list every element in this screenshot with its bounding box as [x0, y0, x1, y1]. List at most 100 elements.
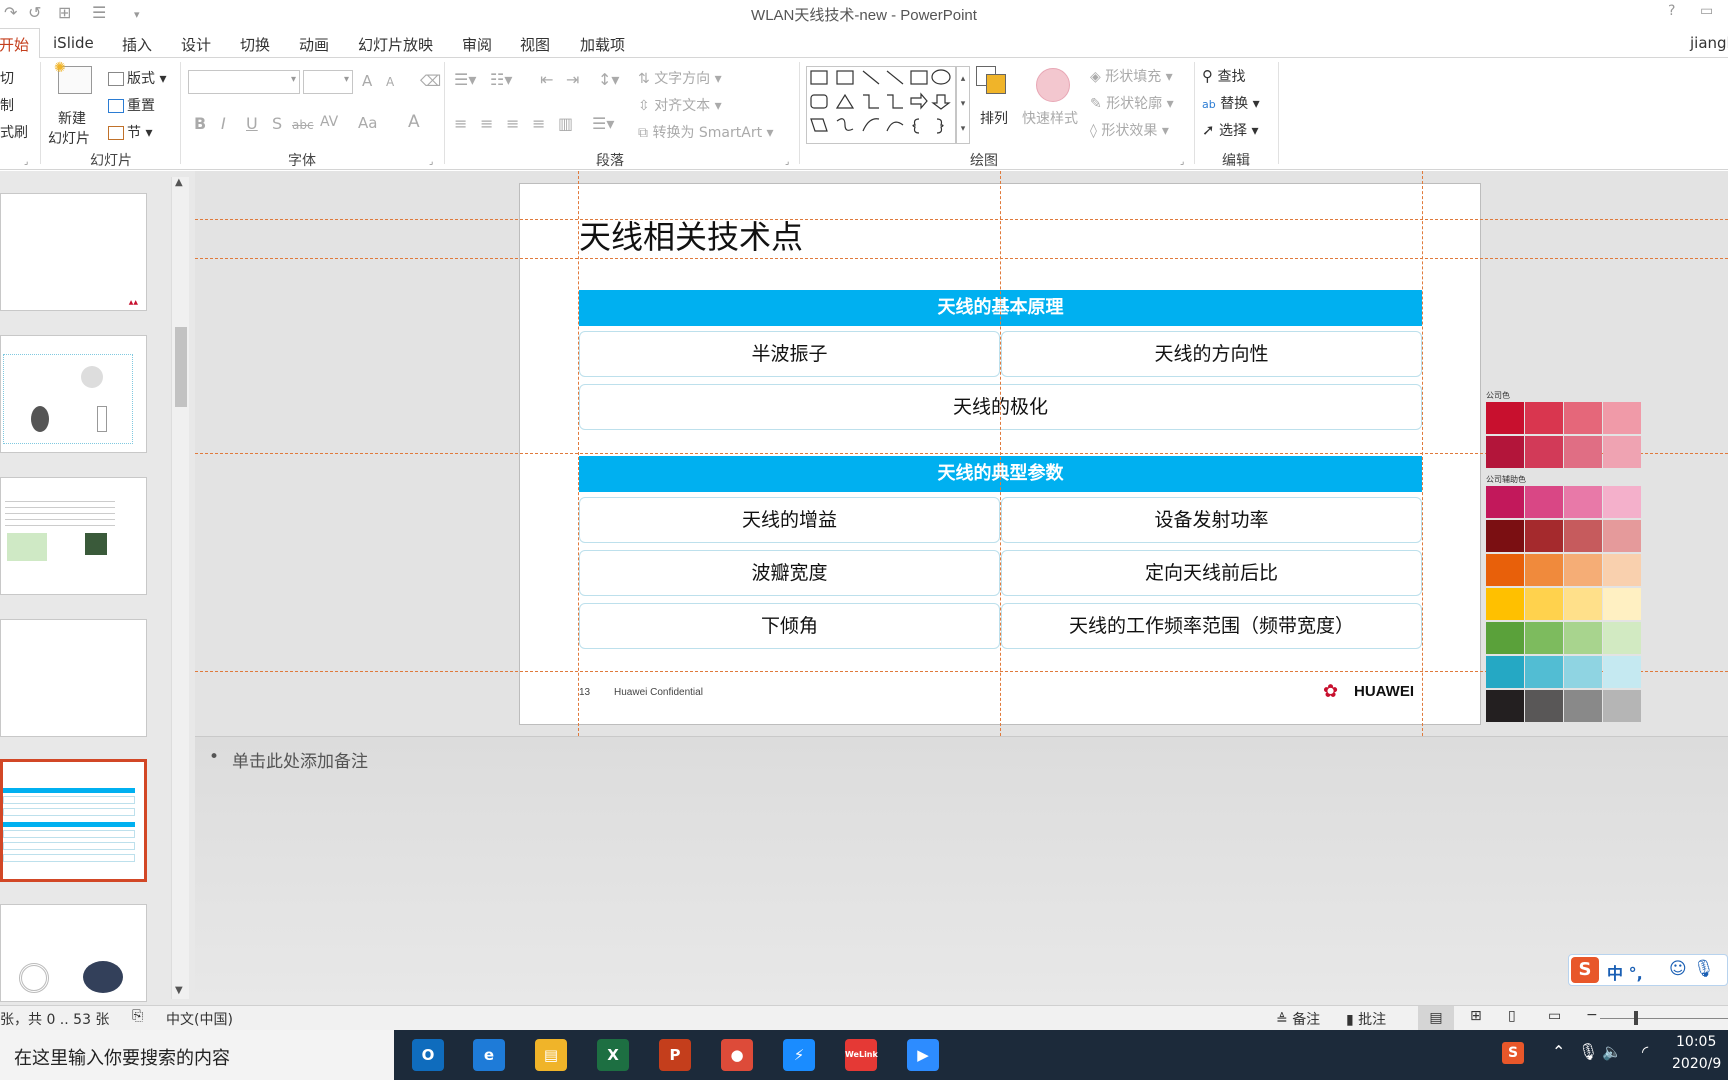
- slide-thumbnail[interactable]: ▲▲: [0, 193, 147, 311]
- shadow-button[interactable]: S: [272, 114, 282, 133]
- guide-line[interactable]: [195, 219, 1728, 220]
- slide-thumbnail[interactable]: [0, 904, 147, 1002]
- ime-toolbar[interactable]: S 中 °, ☺ 🎙: [1568, 954, 1728, 986]
- paragraph-launcher-icon[interactable]: ⌟: [785, 157, 789, 167]
- italic-button[interactable]: I: [221, 114, 226, 133]
- slide-thumbnail[interactable]: [0, 335, 147, 453]
- color-swatch[interactable]: [1564, 436, 1602, 468]
- color-swatch[interactable]: [1603, 690, 1641, 722]
- align-text-button[interactable]: ⇳ 对齐文本 ▾: [638, 95, 722, 115]
- emoji-icon[interactable]: ☺: [1669, 959, 1687, 979]
- layout-button[interactable]: 版式 ▾: [108, 68, 166, 88]
- slide-sorter-icon[interactable]: ⊞: [1470, 1008, 1482, 1024]
- grow-font-button[interactable]: A: [362, 72, 372, 90]
- color-swatch[interactable]: [1564, 554, 1602, 586]
- color-swatch[interactable]: [1525, 402, 1563, 434]
- quick-styles-button[interactable]: 快速样式: [1022, 108, 1078, 128]
- topic-beamwidth[interactable]: 波瓣宽度: [579, 550, 1000, 596]
- shape-effects-button[interactable]: ◊ 形状效果 ▾: [1090, 120, 1169, 140]
- color-swatch[interactable]: [1525, 690, 1563, 722]
- sogou-icon[interactable]: S: [1571, 957, 1599, 983]
- taskbar-app-outlook[interactable]: O: [412, 1039, 444, 1071]
- convert-smartart-button[interactable]: ⧉ 转换为 SmartArt ▾: [638, 122, 774, 142]
- topic-half-wave-dipole[interactable]: 半波振子: [579, 331, 1000, 377]
- color-swatch[interactable]: [1486, 486, 1524, 518]
- mic-tray-icon[interactable]: 🎙: [1578, 1042, 1598, 1061]
- distributed-button[interactable]: ▥: [558, 114, 573, 133]
- color-swatch[interactable]: [1603, 656, 1641, 688]
- numbering-button[interactable]: ☷▾: [490, 70, 512, 89]
- color-swatch[interactable]: [1525, 622, 1563, 654]
- notes-placeholder[interactable]: 单击此处添加备注: [232, 747, 368, 772]
- topic-front-to-back[interactable]: 定向天线前后比: [1001, 550, 1422, 596]
- change-case-button[interactable]: Aa: [358, 114, 377, 132]
- tab-slideshow[interactable]: 幻灯片放映: [358, 34, 433, 55]
- tab-insert[interactable]: 插入: [122, 34, 152, 55]
- arrange-button[interactable]: 排列: [980, 108, 1008, 128]
- tab-islide[interactable]: iSlide: [53, 34, 94, 52]
- section-button[interactable]: 节 ▾: [108, 122, 152, 142]
- font-launcher-icon[interactable]: ⌟: [429, 157, 433, 167]
- bullets-button[interactable]: ☰▾: [454, 70, 476, 89]
- slide-thumbnail[interactable]: [0, 477, 147, 595]
- tab-review[interactable]: 审阅: [462, 34, 492, 55]
- scroll-thumb[interactable]: [175, 327, 187, 407]
- line-spacing-button[interactable]: ↕▾: [598, 70, 619, 89]
- shape-outline-button[interactable]: ✎ 形状轮廓 ▾: [1090, 93, 1174, 113]
- slide-thumbnail-selected[interactable]: [0, 759, 147, 882]
- color-swatch[interactable]: [1564, 690, 1602, 722]
- color-swatch[interactable]: [1603, 486, 1641, 518]
- clipboard-launcher-icon[interactable]: ⌟: [24, 157, 28, 167]
- font-name-box[interactable]: ▾: [188, 70, 300, 94]
- guide-line[interactable]: [578, 171, 579, 736]
- user-name[interactable]: jiangl: [1690, 34, 1728, 52]
- color-swatch[interactable]: [1603, 402, 1641, 434]
- find-button[interactable]: ⚲ 查找: [1202, 66, 1245, 86]
- color-swatch[interactable]: [1603, 622, 1641, 654]
- taskbar-app-ie[interactable]: e: [473, 1039, 505, 1071]
- taskbar-app-welink[interactable]: WeLink: [845, 1039, 878, 1071]
- color-swatch[interactable]: [1486, 622, 1524, 654]
- new-slide-label-2[interactable]: 幻灯片: [48, 128, 90, 148]
- new-slide-label[interactable]: 新建: [58, 108, 86, 128]
- color-swatch[interactable]: [1486, 656, 1524, 688]
- taskbar-app-chrome[interactable]: ●: [721, 1039, 753, 1071]
- char-spacing-button[interactable]: AV: [320, 114, 338, 130]
- tab-design[interactable]: 设计: [181, 34, 211, 55]
- font-color-button[interactable]: A: [408, 112, 420, 132]
- color-swatch[interactable]: [1486, 554, 1524, 586]
- slide-thumbnail[interactable]: [0, 619, 147, 737]
- comments-toggle[interactable]: ▮ 批注: [1346, 1009, 1386, 1029]
- guide-line[interactable]: [1000, 171, 1001, 736]
- tab-view[interactable]: 视图: [520, 34, 550, 55]
- sogou-tray-icon[interactable]: S: [1502, 1042, 1524, 1064]
- clock-date[interactable]: 2020/9: [1672, 1056, 1721, 1072]
- color-swatch[interactable]: [1486, 436, 1524, 468]
- wifi-icon[interactable]: ◜: [1642, 1042, 1648, 1061]
- ribbon-display-icon[interactable]: ▭: [1700, 3, 1713, 19]
- shrink-font-button[interactable]: A: [386, 75, 394, 89]
- ime-mode[interactable]: 中 °,: [1607, 960, 1643, 984]
- zoom-slider[interactable]: [1600, 1018, 1728, 1019]
- guide-line[interactable]: [1422, 171, 1423, 736]
- justify-button[interactable]: ≡: [532, 114, 545, 133]
- color-swatch[interactable]: [1603, 554, 1641, 586]
- bold-button[interactable]: B: [194, 114, 206, 133]
- color-swatch[interactable]: [1525, 520, 1563, 552]
- normal-view-icon[interactable]: ▤: [1418, 1006, 1454, 1030]
- font-size-box[interactable]: ▾: [303, 70, 353, 94]
- zoom-slider-thumb[interactable]: [1634, 1011, 1638, 1025]
- color-swatch[interactable]: [1525, 588, 1563, 620]
- color-swatch[interactable]: [1564, 520, 1602, 552]
- decrease-indent-button[interactable]: ⇤: [540, 70, 553, 89]
- color-swatch[interactable]: [1603, 520, 1641, 552]
- color-swatch[interactable]: [1525, 554, 1563, 586]
- cut-button[interactable]: 切: [0, 68, 14, 88]
- color-swatch[interactable]: [1564, 622, 1602, 654]
- topic-gain[interactable]: 天线的增益: [579, 497, 1000, 543]
- color-swatch[interactable]: [1486, 690, 1524, 722]
- drawing-launcher-icon[interactable]: ⌟: [1180, 157, 1184, 167]
- select-button[interactable]: ➚ 选择 ▾: [1202, 120, 1259, 140]
- tab-animations[interactable]: 动画: [299, 34, 329, 55]
- tab-addins[interactable]: 加载项: [580, 34, 625, 55]
